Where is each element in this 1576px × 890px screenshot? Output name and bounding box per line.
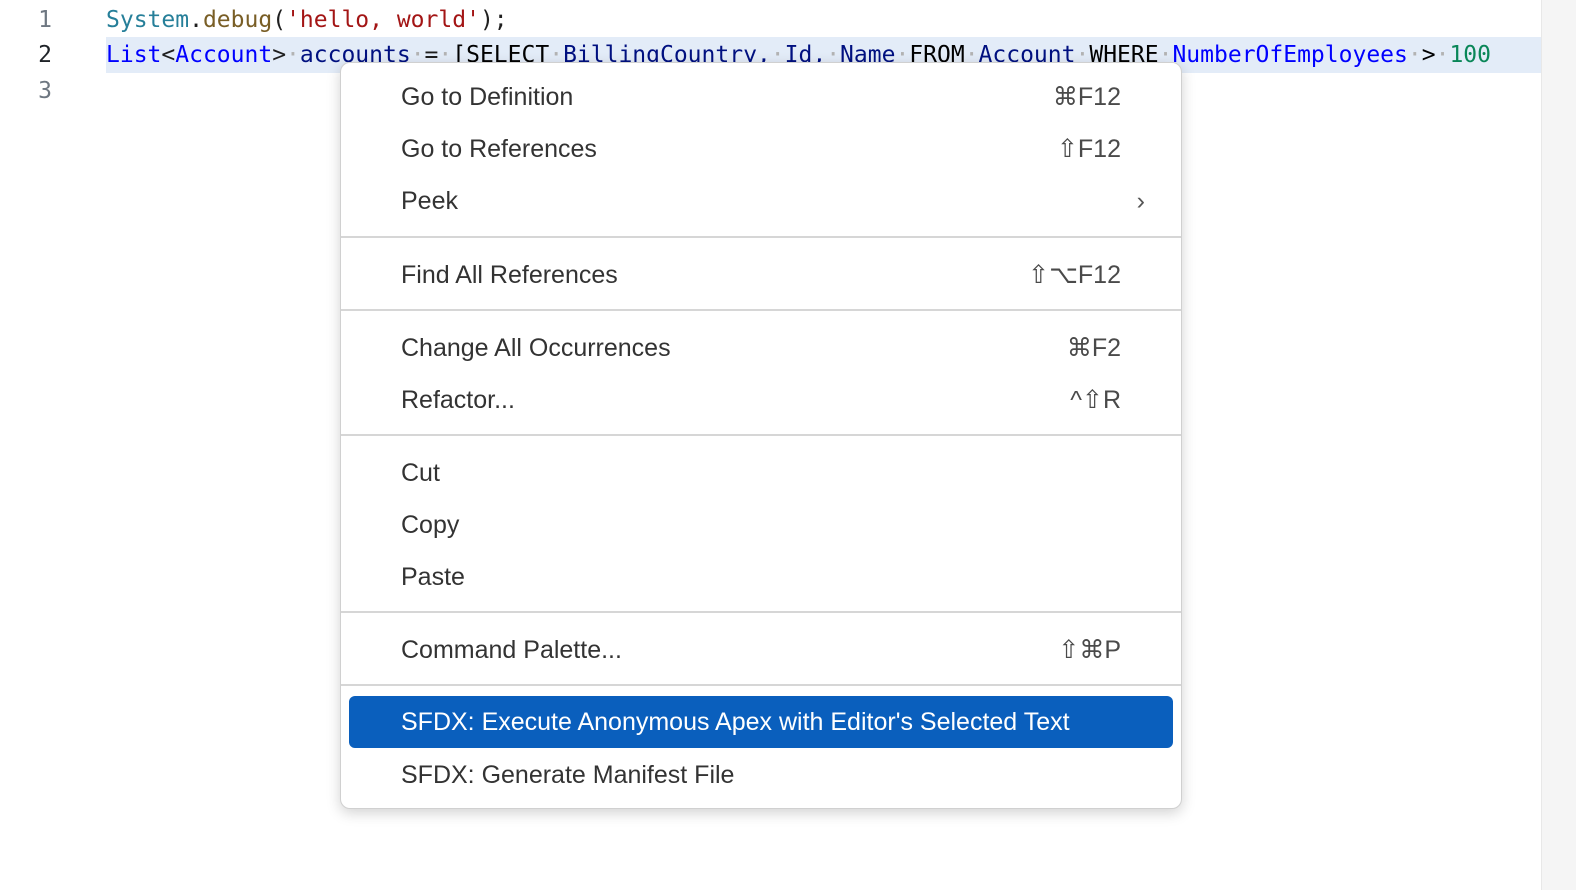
menu-item-label: SFDX: Generate Manifest File (401, 761, 735, 789)
code-token: > (272, 42, 287, 68)
whitespace-marker: · (286, 42, 300, 68)
menu-item-label: Find All References (401, 261, 618, 289)
line-number-3: 3 (38, 78, 52, 104)
menu-item-shortcut: ⇧⌥F12 (1028, 261, 1121, 289)
menu-item-label: Go to Definition (401, 83, 574, 111)
menu-item-label: Peek (401, 187, 458, 215)
menu-item-label: SFDX: Execute Anonymous Apex with Editor… (401, 708, 1070, 736)
menu-item-shortcut: ⌘F2 (1066, 334, 1121, 362)
menu-item-label: Command Palette... (401, 636, 622, 664)
context-menu: Go to Definition ⌘F12 Go to References ⇧… (340, 62, 1182, 809)
menu-item-peek[interactable]: Peek › (349, 179, 1173, 223)
menu-item-shortcut: ⌘F12 (1052, 83, 1121, 111)
code-token: > (1421, 42, 1436, 68)
menu-item-label: Go to References (401, 135, 597, 163)
menu-separator (341, 236, 1181, 238)
menu-item-cut[interactable]: Cut (349, 451, 1173, 495)
menu-item-sfdx-generate-manifest[interactable]: SFDX: Generate Manifest File (349, 753, 1173, 797)
menu-item-change-all-occurrences[interactable]: Change All Occurrences ⌘F2 (349, 326, 1173, 370)
code-token: 'hello, world' (286, 7, 480, 33)
code-token: . (189, 7, 203, 33)
menu-item-refactor[interactable]: Refactor... ^⇧R (349, 378, 1173, 422)
menu-separator (341, 434, 1181, 436)
whitespace-marker: · (1435, 42, 1450, 68)
line-number-1: 1 (38, 7, 52, 33)
menu-item-paste[interactable]: Paste (349, 555, 1173, 599)
code-line-1[interactable]: System.debug('hello, world'); (106, 2, 508, 38)
menu-separator (341, 309, 1181, 311)
code-token: 100 (1449, 42, 1491, 68)
code-token: List (106, 42, 162, 68)
whitespace-marker: · (1407, 42, 1422, 68)
menu-item-shortcut: ^⇧R (1070, 386, 1121, 414)
menu-item-shortcut: ⇧F12 (1056, 135, 1121, 163)
menu-item-label: Paste (401, 563, 465, 591)
code-token: debug (202, 7, 273, 33)
code-token: ); (479, 7, 508, 33)
menu-item-shortcut: ⇧⌘P (1058, 636, 1121, 664)
line-number-2: 2 (38, 42, 52, 68)
menu-item-sfdx-execute-anonymous-apex[interactable]: SFDX: Execute Anonymous Apex with Editor… (349, 696, 1173, 748)
menu-item-go-to-references[interactable]: Go to References ⇧F12 (349, 127, 1173, 171)
code-token: NumberOfEmployees (1172, 42, 1408, 68)
code-token: < (161, 42, 176, 68)
code-token: ( (272, 7, 287, 33)
editor-scrollbar[interactable] (1541, 0, 1576, 890)
menu-item-copy[interactable]: Copy (349, 503, 1173, 547)
menu-item-label: Change All Occurrences (401, 334, 671, 362)
menu-item-go-to-definition[interactable]: Go to Definition ⌘F12 (349, 75, 1173, 119)
code-token: System (106, 7, 190, 33)
chevron-right-icon: › (1136, 187, 1145, 215)
menu-item-command-palette[interactable]: Command Palette... ⇧⌘P (349, 628, 1173, 672)
menu-item-label: Cut (401, 459, 440, 487)
menu-separator (341, 611, 1181, 613)
menu-item-find-all-references[interactable]: Find All References ⇧⌥F12 (349, 253, 1173, 297)
menu-separator (341, 684, 1181, 686)
menu-item-label: Copy (401, 511, 460, 539)
code-token: Account (175, 42, 273, 68)
menu-item-label: Refactor... (401, 386, 515, 414)
